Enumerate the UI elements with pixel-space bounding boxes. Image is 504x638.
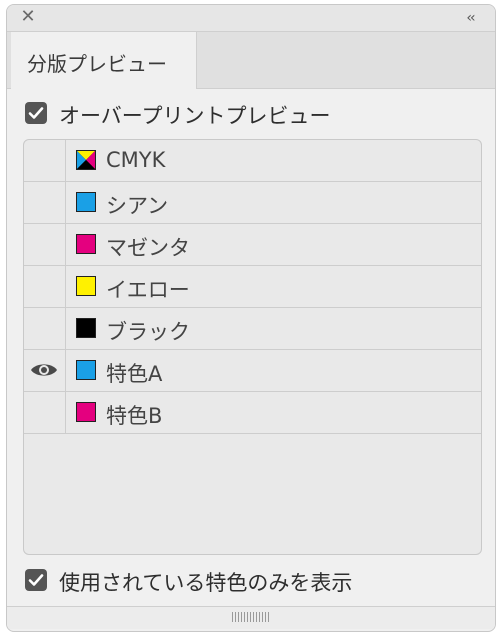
show-used-spot-colors-label: 使用されている特色のみを表示 bbox=[59, 571, 353, 595]
separation-row[interactable]: 特色B bbox=[24, 392, 481, 434]
collapse-icon[interactable]: ‹‹ bbox=[459, 9, 481, 27]
tab-label: 分版プレビュー bbox=[27, 52, 167, 76]
visibility-toggle[interactable] bbox=[24, 140, 66, 181]
color-swatch bbox=[76, 318, 96, 338]
color-swatch bbox=[76, 276, 96, 296]
eye-icon bbox=[31, 364, 57, 376]
visibility-toggle[interactable] bbox=[24, 266, 66, 307]
separation-row[interactable]: シアン bbox=[24, 182, 481, 224]
check-icon bbox=[28, 574, 44, 586]
separation-row[interactable]: CMYK bbox=[24, 140, 481, 182]
visibility-toggle[interactable] bbox=[24, 350, 66, 391]
separation-name: イエロー bbox=[106, 278, 190, 302]
visibility-toggle[interactable] bbox=[24, 224, 66, 265]
visibility-toggle[interactable] bbox=[24, 182, 66, 223]
panel-titlebar: ✕ ‹‹ bbox=[7, 5, 495, 32]
panel-resize-bar[interactable] bbox=[7, 606, 495, 629]
separations-list: CMYK シアンマゼンタイエローブラック特色A 特色B bbox=[23, 139, 482, 555]
cmyk-swatch-icon bbox=[76, 150, 96, 170]
show-used-spot-colors-checkbox[interactable] bbox=[25, 569, 47, 591]
close-icon[interactable]: ✕ bbox=[19, 8, 37, 26]
separation-name: ブラック bbox=[106, 320, 190, 344]
separation-name: シアン bbox=[106, 194, 169, 218]
separation-row[interactable]: イエロー bbox=[24, 266, 481, 308]
tab-strip: 分版プレビュー bbox=[7, 32, 495, 89]
separation-row[interactable]: 特色A bbox=[24, 350, 481, 392]
overprint-preview-checkbox[interactable] bbox=[25, 102, 47, 124]
separation-name: 特色A bbox=[106, 362, 163, 386]
separation-name: 特色B bbox=[106, 404, 163, 428]
visibility-toggle[interactable] bbox=[24, 308, 66, 349]
tab-separations-preview[interactable]: 分版プレビュー bbox=[11, 32, 197, 89]
color-swatch bbox=[76, 402, 96, 422]
overprint-preview-label: オーバープリントプレビュー bbox=[59, 104, 331, 128]
separation-name: CMYK bbox=[106, 148, 166, 172]
separation-name: マゼンタ bbox=[106, 236, 190, 260]
separation-row[interactable]: ブラック bbox=[24, 308, 481, 350]
visibility-toggle[interactable] bbox=[24, 392, 66, 433]
color-swatch bbox=[76, 234, 96, 254]
check-icon bbox=[28, 107, 44, 119]
color-swatch bbox=[76, 360, 96, 380]
resize-grip-icon[interactable] bbox=[232, 612, 270, 622]
separations-preview-panel: ✕ ‹‹ 分版プレビュー オーバープリントプレビュー CMYK シアンマゼンタイエ… bbox=[6, 4, 496, 632]
color-swatch bbox=[76, 192, 96, 212]
separation-row[interactable]: マゼンタ bbox=[24, 224, 481, 266]
